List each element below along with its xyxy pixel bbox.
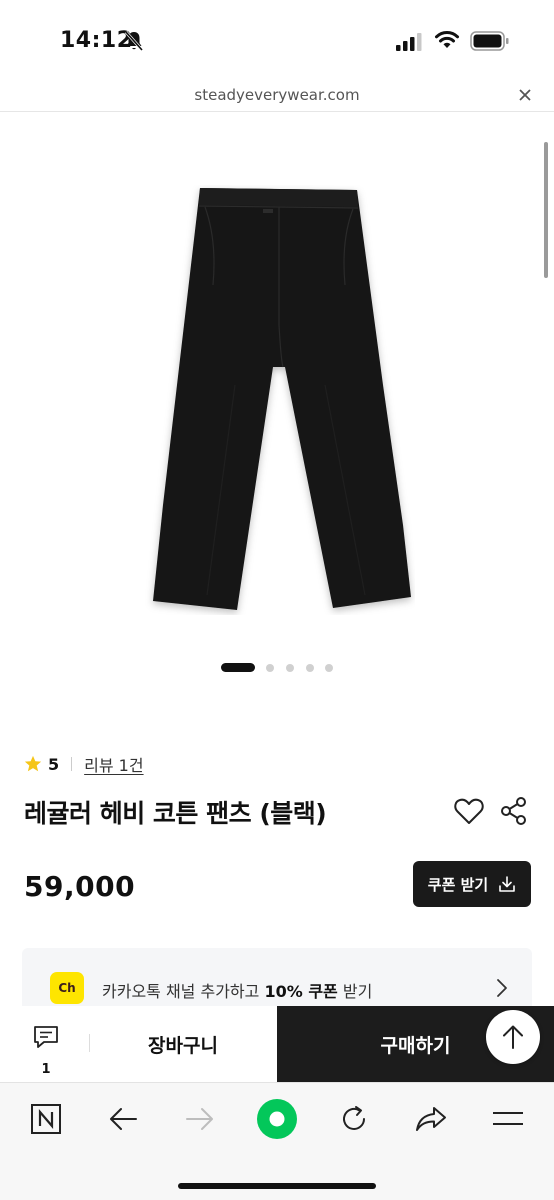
star-icon — [24, 755, 42, 772]
forward-arrow-icon — [186, 1108, 213, 1130]
purchase-bar: 1 장바구니 구매하기 — [0, 1006, 554, 1082]
back-arrow-icon — [110, 1108, 137, 1130]
kakao-text-bold: 10% 쿠폰 — [264, 982, 338, 1001]
close-icon[interactable] — [516, 86, 534, 104]
rating-value: 5 — [48, 754, 60, 774]
product-title: 레귤러 헤비 코튼 팬츠 (블랙) — [24, 799, 327, 828]
coupon-download-button[interactable]: 쿠폰 받기 — [413, 861, 531, 907]
signal-icon — [396, 33, 422, 51]
product-image — [153, 188, 411, 610]
kakao-text-suffix: 받기 — [337, 982, 373, 1001]
kakao-icon-label: Ch — [58, 981, 76, 995]
back-button[interactable] — [101, 1097, 145, 1141]
naver-n-button[interactable] — [24, 1097, 68, 1141]
carousel-dot[interactable] — [325, 664, 333, 672]
inquiry-button[interactable]: 1 — [18, 1020, 74, 1077]
add-to-cart-button[interactable]: 장바구니 — [90, 1006, 276, 1082]
page-scrollbar[interactable] — [544, 142, 548, 278]
forward-button[interactable] — [178, 1097, 222, 1141]
carousel-dot-active[interactable] — [221, 663, 255, 672]
status-time: 14:12 — [60, 28, 133, 53]
heart-icon[interactable] — [453, 796, 485, 826]
share-page-button[interactable] — [409, 1097, 453, 1141]
divider — [71, 757, 73, 771]
share-icon[interactable] — [500, 796, 528, 826]
carousel-dots — [0, 663, 554, 675]
arrow-up-icon — [503, 1025, 523, 1049]
menu-button[interactable] — [486, 1097, 530, 1141]
carousel-dot[interactable] — [286, 664, 294, 672]
naver-n-icon — [31, 1104, 61, 1134]
url-bar[interactable]: steadyeverywear.com — [0, 80, 554, 112]
battery-icon — [470, 31, 509, 51]
rating-row: 5 리뷰 1건 — [24, 752, 144, 776]
comment-icon — [34, 1026, 58, 1048]
share-arrow-icon — [416, 1107, 446, 1131]
chevron-right-icon — [497, 979, 507, 997]
url-domain[interactable]: steadyeverywear.com — [0, 86, 554, 104]
home-indicator — [178, 1183, 376, 1189]
refresh-button[interactable] — [332, 1097, 376, 1141]
carousel-dot[interactable] — [306, 664, 314, 672]
status-bar: 14:12 — [0, 0, 554, 80]
kakao-text-prefix: 카카오톡 채널 추가하고 — [102, 982, 265, 1001]
browser-toolbar — [0, 1082, 554, 1200]
review-link[interactable]: 리뷰 1건 — [84, 752, 143, 776]
kakao-banner-text: 카카오톡 채널 추가하고 10% 쿠폰 받기 — [102, 978, 372, 1002]
kakao-channel-icon: Ch — [50, 972, 84, 1004]
naver-home-button[interactable] — [255, 1097, 299, 1141]
product-price: 59,000 — [24, 870, 136, 903]
carousel-dot[interactable] — [266, 664, 274, 672]
download-icon — [499, 876, 516, 892]
bell-muted-icon — [124, 31, 144, 51]
comment-count: 1 — [41, 1062, 51, 1077]
menu-icon — [493, 1112, 523, 1125]
wifi-icon — [435, 31, 459, 48]
coupon-button-label: 쿠폰 받기 — [427, 875, 489, 894]
naver-home-icon — [257, 1099, 297, 1139]
refresh-icon — [343, 1106, 365, 1130]
scroll-to-top-button[interactable] — [486, 1010, 540, 1064]
